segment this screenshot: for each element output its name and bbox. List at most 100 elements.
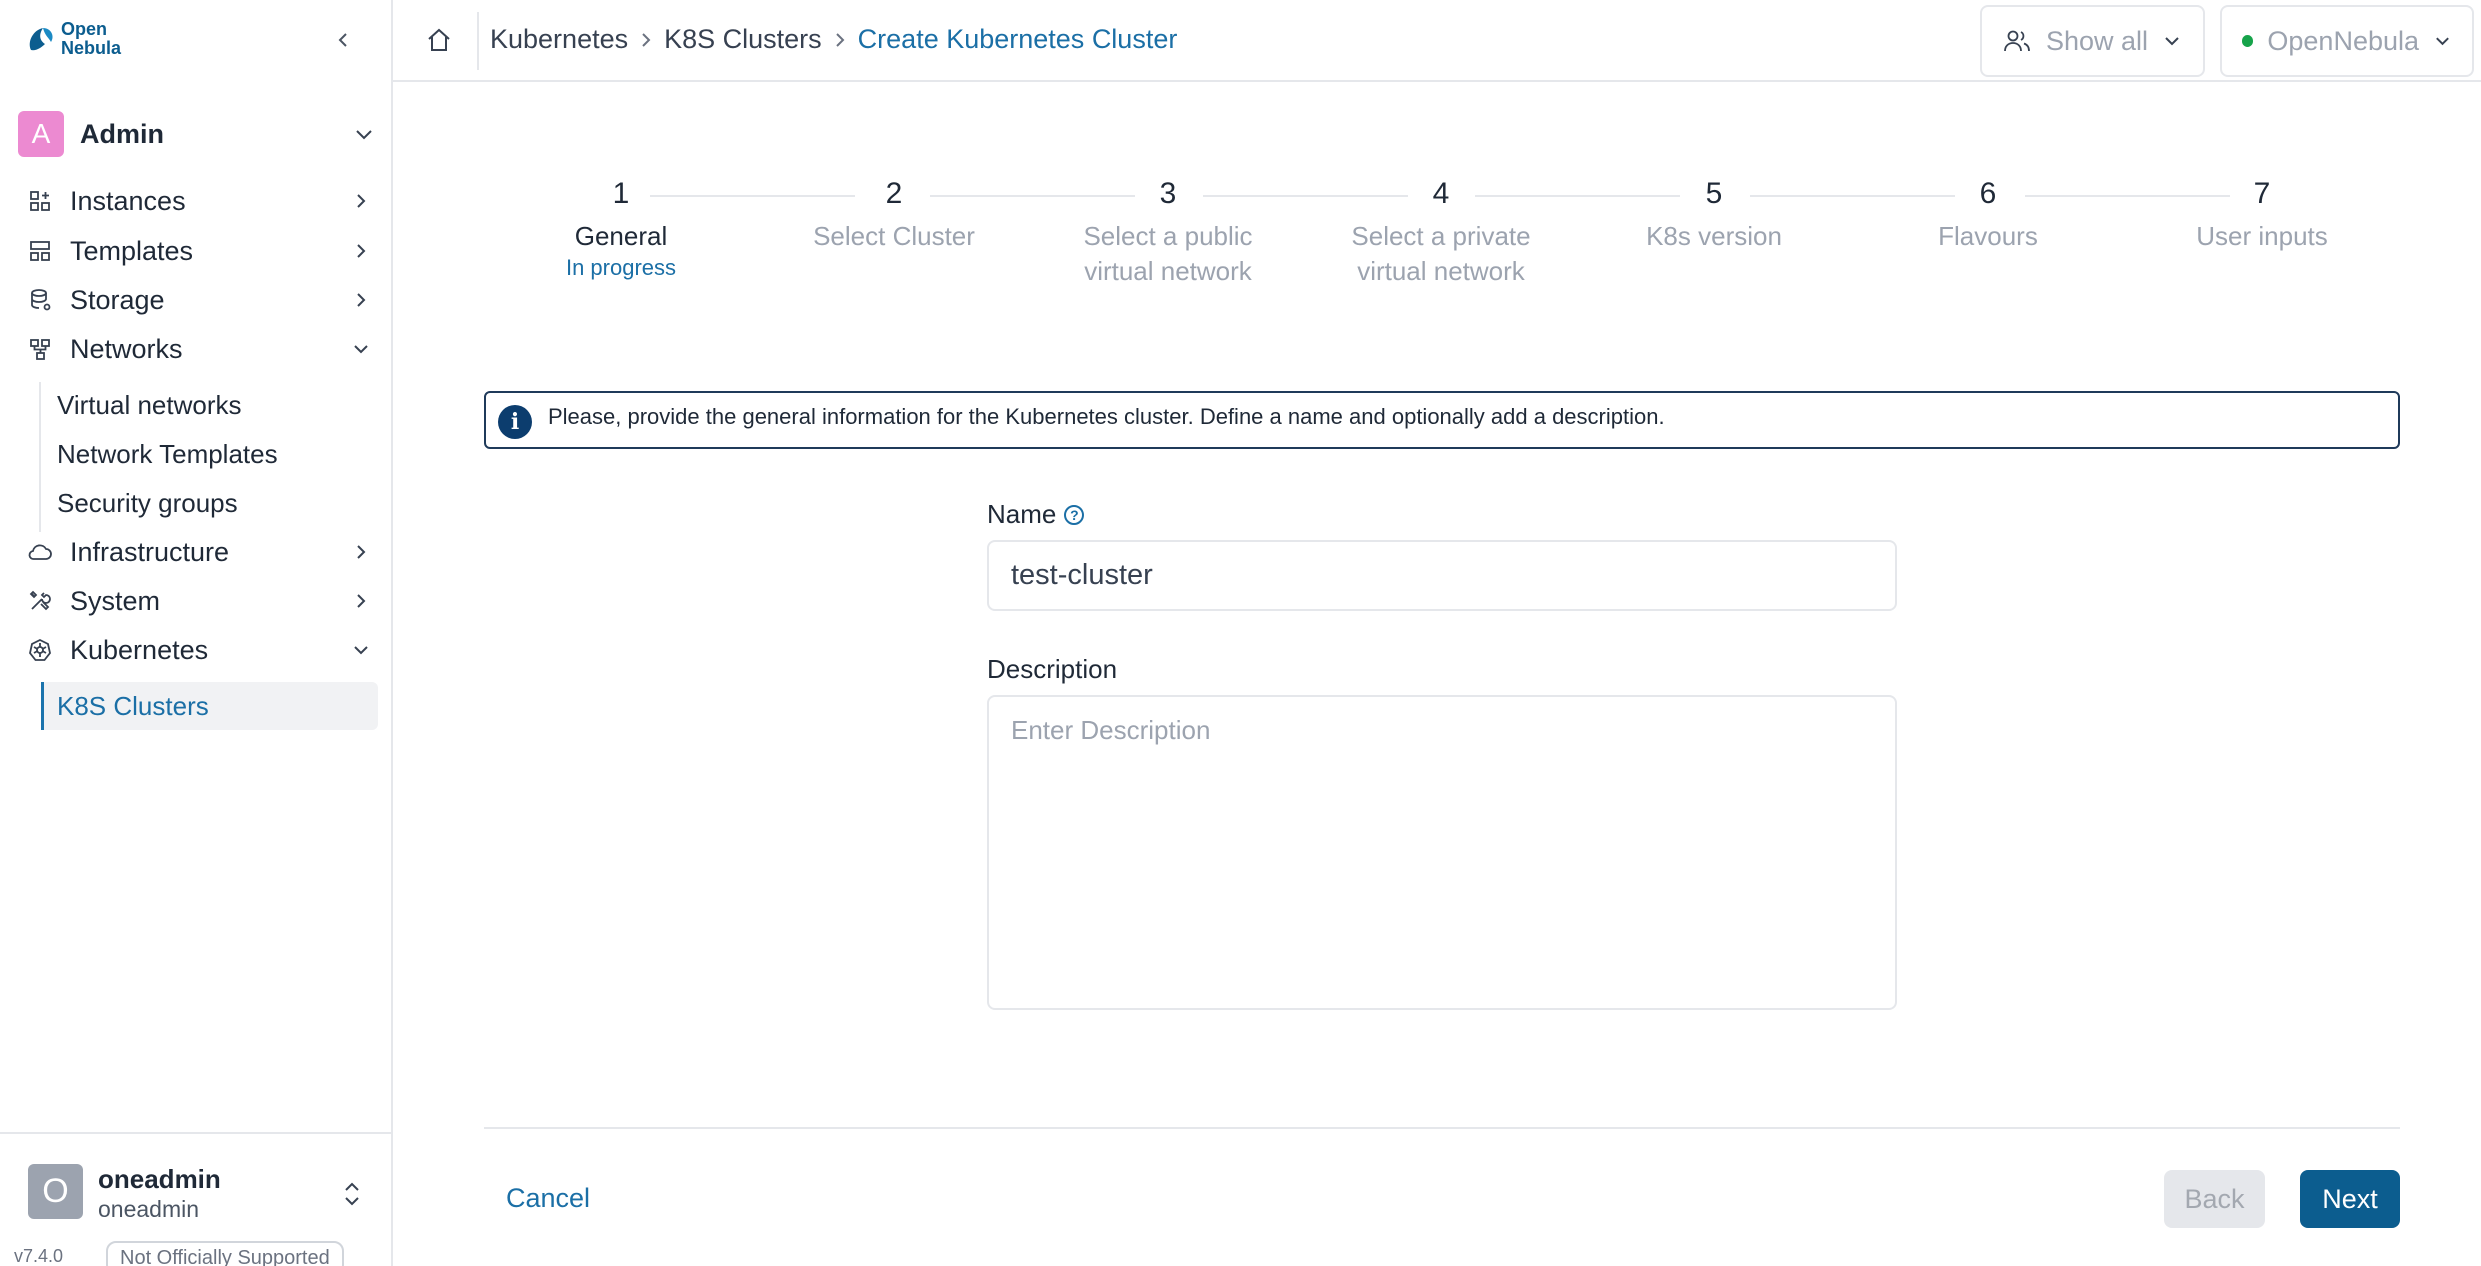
- user-group: oneadmin: [98, 1196, 200, 1222]
- support-badge: Not Officially Supported: [106, 1241, 344, 1266]
- topbar-divider: [477, 12, 479, 70]
- step-label-line-2: virtual network: [1084, 256, 1252, 286]
- name-field-label: Name ?: [987, 499, 1085, 530]
- user-name: oneadmin: [98, 1164, 221, 1194]
- sidebar-item-label: Infrastructure: [70, 536, 230, 567]
- footer-divider: [484, 1127, 2400, 1129]
- step-number: 4: [1432, 177, 1450, 210]
- user-panel: O oneadmin oneadmin v7.4.0 Not Officiall…: [0, 1132, 393, 1266]
- networks-icon: [26, 335, 54, 363]
- group-avatar: A: [18, 111, 64, 157]
- kubernetes-icon: [26, 636, 54, 664]
- step-k8s-version[interactable]: 5 K8s version: [1584, 172, 1844, 254]
- sidebar-item-system[interactable]: System: [26, 578, 376, 624]
- sidebar-item-k8s-clusters[interactable]: K8S Clusters: [41, 682, 378, 730]
- templates-icon: [26, 237, 54, 265]
- description-field-label: Description: [987, 654, 1117, 685]
- sidebar-item-label: Storage: [70, 284, 165, 315]
- users-icon: [2004, 30, 2030, 52]
- step-general[interactable]: 1 General In progress: [491, 172, 751, 282]
- info-alert: i Please, provide the general informatio…: [484, 391, 2400, 449]
- chevron-down-icon: [2165, 37, 2179, 46]
- step-number: 3: [1159, 177, 1177, 210]
- step-label: General: [574, 221, 668, 251]
- user-avatar: O: [28, 1164, 83, 1219]
- step-number: 1: [612, 177, 630, 210]
- step-number: 2: [885, 177, 903, 210]
- breadcrumb: Kubernetes K8S Clusters Create Kubernete…: [490, 24, 1177, 55]
- name-input[interactable]: [987, 540, 1897, 611]
- home-button[interactable]: [419, 20, 459, 60]
- sidebar-item-kubernetes[interactable]: Kubernetes: [26, 627, 376, 673]
- chevron-right-icon: [822, 25, 858, 55]
- step-number: 7: [2253, 177, 2271, 210]
- name-label-text: Name: [987, 499, 1057, 529]
- submenu-guide-line: [39, 382, 41, 532]
- cloud-icon: [26, 538, 54, 566]
- sidebar-item-networks[interactable]: Networks: [26, 326, 376, 372]
- chevron-down-icon: [356, 130, 372, 140]
- instances-icon: [26, 187, 54, 215]
- sidebar-item-templates[interactable]: Templates: [26, 228, 376, 274]
- zone-status-dot: [2242, 35, 2254, 47]
- chevron-down-icon: [346, 635, 376, 665]
- step-label-line-1: Select a private: [1351, 221, 1531, 251]
- chevron-down-icon: [346, 334, 376, 364]
- version-label: v7.4.0: [14, 1246, 64, 1266]
- step-flavours[interactable]: 6 Flavours: [1858, 172, 2118, 254]
- step-private-network[interactable]: 4 Select a private virtual network: [1311, 172, 1571, 289]
- user-menu-toggle[interactable]: [335, 1174, 369, 1214]
- sidebar-item-label: Networks: [70, 333, 183, 364]
- description-textarea[interactable]: [987, 695, 1897, 1010]
- sidebar-item-label: Templates: [70, 235, 194, 266]
- cancel-button[interactable]: Cancel: [490, 1170, 606, 1226]
- step-label-line-1: Select a public: [1083, 221, 1253, 251]
- help-icon[interactable]: ?: [1064, 504, 1085, 525]
- sidebar-item-label: Kubernetes: [70, 634, 209, 665]
- step-status: In progress: [565, 255, 677, 280]
- chevron-right-icon: [346, 236, 376, 266]
- chevron-right-icon: [346, 586, 376, 616]
- sidebar-item-storage[interactable]: Storage: [26, 277, 376, 323]
- step-label: Flavours: [1938, 221, 2038, 251]
- chevron-down-icon: [2436, 37, 2449, 46]
- step-user-inputs[interactable]: 7 User inputs: [2132, 172, 2392, 254]
- zone-select[interactable]: OpenNebula: [2220, 5, 2474, 77]
- breadcrumb-current: Create Kubernetes Cluster: [857, 24, 1178, 54]
- sidebar-item-security-groups[interactable]: Security groups: [57, 481, 238, 525]
- sidebar-item-network-templates[interactable]: Network Templates: [57, 432, 278, 476]
- description-label-text: Description: [987, 654, 1118, 684]
- step-label: User inputs: [2196, 221, 2328, 251]
- sidebar-item-virtual-networks[interactable]: Virtual networks: [57, 383, 242, 427]
- step-label: K8s version: [1646, 221, 1782, 251]
- topbar: Kubernetes K8S Clusters Create Kubernete…: [393, 0, 2481, 82]
- info-alert-text: Please, provide the general information …: [548, 404, 1665, 429]
- logo-icon: [29, 28, 53, 51]
- opennebula-logo[interactable]: Open Nebula: [27, 20, 121, 58]
- home-icon: [428, 28, 450, 51]
- logo-line-2: Nebula: [61, 38, 122, 58]
- logo-line-1: Open: [61, 19, 108, 39]
- step-number: 5: [1705, 177, 1723, 210]
- collapse-sidebar-button[interactable]: [326, 22, 362, 58]
- info-icon: i: [498, 405, 532, 439]
- group-selector[interactable]: A Admin: [18, 111, 376, 157]
- step-public-network[interactable]: 3 Select a public virtual network: [1038, 172, 1298, 289]
- sidebar-item-label: Instances: [70, 185, 186, 216]
- chevron-right-icon: [628, 25, 664, 55]
- chevron-left-icon: [338, 33, 347, 47]
- step-select-cluster[interactable]: 2 Select Cluster: [764, 172, 1024, 254]
- next-button[interactable]: Next: [2300, 1170, 2400, 1228]
- group-filter-select[interactable]: Show all: [1980, 5, 2205, 77]
- breadcrumb-k8s-clusters[interactable]: K8S Clusters: [664, 24, 822, 55]
- sidebar-item-infrastructure[interactable]: Infrastructure: [26, 529, 376, 575]
- sidebar-item-instances[interactable]: Instances: [26, 178, 376, 224]
- group-filter-label: Show all: [2046, 25, 2149, 56]
- chevron-right-icon: [346, 285, 376, 315]
- step-number: 6: [1979, 177, 1997, 210]
- chevron-up-down-icon: [345, 1182, 359, 1206]
- step-label-line-2: virtual network: [1357, 256, 1525, 286]
- zone-label: OpenNebula: [2267, 25, 2420, 56]
- back-button[interactable]: Back: [2164, 1170, 2265, 1228]
- breadcrumb-kubernetes[interactable]: Kubernetes: [490, 24, 628, 55]
